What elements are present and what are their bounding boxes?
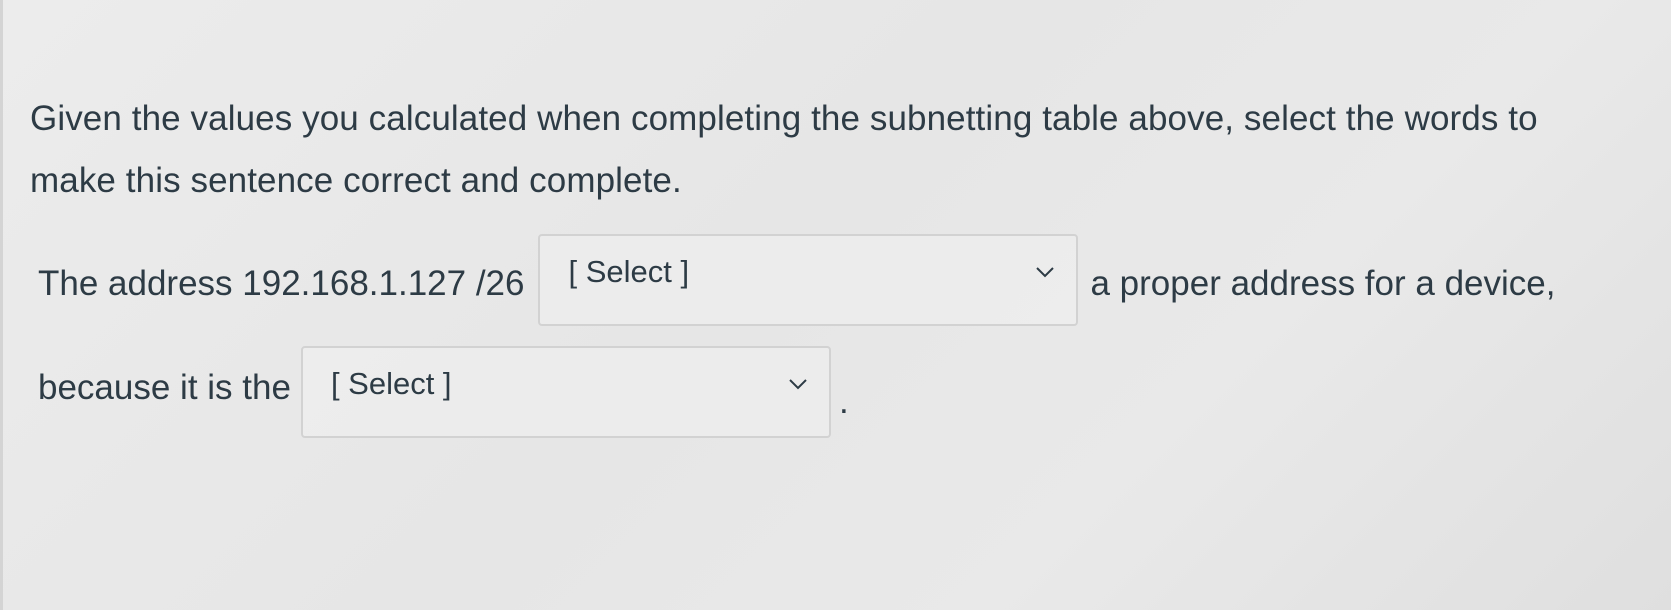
line1-suffix: a proper address for a device, <box>1090 264 1556 303</box>
question-prompt: Given the values you calculated when com… <box>30 99 1538 200</box>
sentence-period: . <box>838 382 849 421</box>
dropdown-1-value: [ Select ] <box>568 254 690 289</box>
line2-prefix: because it is the <box>38 368 291 407</box>
chevron-down-icon <box>787 373 809 395</box>
left-border <box>0 0 3 610</box>
chevron-down-icon <box>1034 261 1056 283</box>
answer-dropdown-1[interactable]: [ Select ] <box>538 234 1079 326</box>
answer-dropdown-2[interactable]: [ Select ] <box>300 346 831 438</box>
sentence-line-1: The address 192.168.1.127 /26 [ Select ]… <box>38 234 1556 330</box>
dropdown-2-value: [ Select ] <box>330 366 452 401</box>
question-block: Given the values you calculated when com… <box>30 88 1590 212</box>
sentence-line-2: because it is the [ Select ] . <box>38 342 849 438</box>
line1-prefix: The address 192.168.1.127 /26 <box>38 264 525 303</box>
